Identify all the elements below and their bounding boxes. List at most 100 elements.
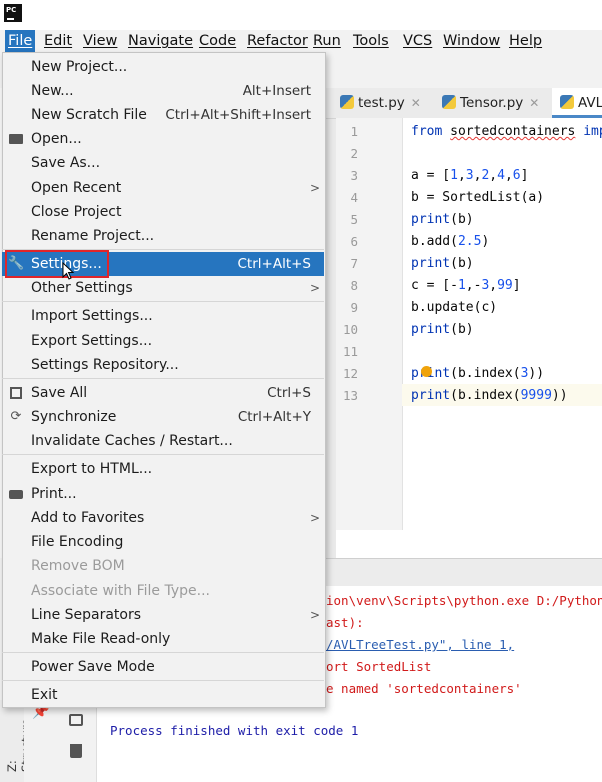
menu-separator [2,454,324,455]
pycharm-logo-icon: PC [4,4,22,22]
menu-code[interactable]: Code [196,30,239,52]
menu-view[interactable]: View [80,30,120,52]
menu-synchronize[interactable]: ⟳ Synchronize Ctrl+Alt+Y [2,405,324,429]
console-line: ast): [326,615,364,630]
python-file-icon [442,95,456,109]
python-file-icon [560,95,574,109]
menu-window[interactable]: Window [440,30,503,52]
menu-vcs[interactable]: VCS [400,30,435,52]
refresh-icon: ⟳ [10,409,22,424]
menu-navigate[interactable]: Navigate [125,30,196,52]
print-icon[interactable] [69,714,83,726]
menu-export-settings[interactable]: Export Settings... [2,329,324,353]
line-number: 4 [350,190,358,205]
editor-left-strip [326,118,336,558]
menu-edit[interactable]: Edit [41,30,75,52]
menu-other-settings[interactable]: Other Settings > [2,276,324,300]
menu-new-scratch-file[interactable]: New Scratch File Ctrl+Alt+Shift+Insert [2,103,324,127]
menu-separator [2,301,324,302]
menu-file[interactable]: File [5,30,36,52]
code-line: print(b.index(9999)) [411,388,568,403]
menu-settings-repository[interactable]: Settings Repository... [2,353,324,377]
chevron-right-icon: > [309,608,320,622]
line-number: 12 [342,366,358,381]
menu-open-recent[interactable]: Open Recent > [2,176,324,200]
line-number: 7 [350,256,358,271]
code-line: c = [-1,-3,99] [411,278,521,293]
menu-print[interactable]: Print... [2,482,324,506]
menu-refactor[interactable]: Refactor [244,30,311,52]
code-line: from sortedcontainers impo [411,124,602,139]
menu-export-to-html[interactable]: Export to HTML... [2,457,324,481]
tab-tensor-py[interactable]: Tensor.py ✕ [442,88,539,118]
code-line: b.add(2.5) [411,234,490,249]
intention-bulb-icon[interactable] [421,366,432,377]
code-line: print(b) [411,212,474,227]
line-number: 6 [350,234,358,249]
menu-tools[interactable]: Tools [350,30,392,52]
line-number: 2 [350,146,358,161]
close-icon[interactable]: ✕ [529,96,539,110]
menu-separator [2,680,324,681]
menu-rename-project[interactable]: Rename Project... [2,224,324,248]
code-line: a = [1,3,2,4,6] [411,168,529,183]
title-bar: PC [0,0,602,30]
menu-invalidate-caches[interactable]: Invalidate Caches / Restart... [2,429,324,453]
console-traceback-link[interactable]: /AVLTreeTest.py", line 1, [326,637,514,652]
code-line: print(b) [411,256,474,271]
tab-test-py[interactable]: test.py ✕ [340,88,421,118]
menu-close-project[interactable]: Close Project [2,200,324,224]
chevron-right-icon: > [309,181,320,195]
trash-icon[interactable] [70,744,82,758]
menu-file-encoding[interactable]: File Encoding [2,530,324,554]
menu-make-read-only[interactable]: Make File Read-only [2,627,324,651]
menu-help[interactable]: Help [506,30,545,52]
console-line: ion\venv\Scripts\python.exe D:/PythonP [326,593,602,608]
folder-icon [8,131,24,147]
tab-avltreetest-py[interactable]: AVL [552,88,602,118]
menu-save-all[interactable]: Save All Ctrl+S [2,381,324,405]
editor-tab-bar: test.py ✕ Tensor.py ✕ AVL [326,88,602,119]
line-number: 1 [350,124,358,139]
menu-new-project[interactable]: New Project... [2,55,324,79]
close-icon[interactable]: ✕ [411,96,421,110]
process-finished-text: Process finished with exit code 1 [110,723,359,738]
menu-line-separators[interactable]: Line Separators > [2,603,324,627]
line-number: 9 [350,300,358,315]
tab-label: test.py [358,95,405,111]
menu-power-save-mode[interactable]: Power Save Mode [2,655,324,679]
run-panel-header [326,558,602,588]
menu-separator [2,652,324,653]
settings-highlight-box [5,250,109,278]
menu-add-to-favorites[interactable]: Add to Favorites > [2,506,324,530]
menu-new[interactable]: New... Alt+Insert [2,79,324,103]
line-number: 11 [342,344,358,359]
tab-label: Tensor.py [460,95,524,111]
line-number: 13 [342,388,358,403]
run-tool-strip [60,700,97,782]
menu-save-as[interactable]: Save As... [2,151,324,175]
chevron-right-icon: > [309,511,320,525]
pin-column: 📌 [24,700,60,782]
console-line: ort SortedList [326,659,432,674]
line-number: 3 [350,168,358,183]
line-number: 8 [350,278,358,293]
code-line: print(b) [411,322,474,337]
chevron-right-icon: > [309,281,320,295]
code-line: b.update(c) [411,300,498,315]
console-line: e named 'sortedcontainers' [326,681,522,696]
menu-bar: File Edit View Navigate Code Refactor Ru… [0,30,602,52]
menu-associate-file-type: Associate with File Type... [31,583,210,599]
menu-import-settings[interactable]: Import Settings... [2,304,324,328]
menu-remove-bom: Remove BOM [31,558,125,574]
line-number: 5 [350,212,358,227]
tab-label: AVL [578,95,602,111]
mouse-cursor-icon [62,262,75,280]
structure-tool-tab[interactable]: Z: Structure [5,706,33,773]
menu-run[interactable]: Run [310,30,344,52]
menu-open[interactable]: Open... [2,127,324,151]
python-file-icon [340,95,354,109]
save-icon [8,385,24,401]
printer-icon [8,486,24,502]
menu-exit[interactable]: Exit [2,683,324,707]
